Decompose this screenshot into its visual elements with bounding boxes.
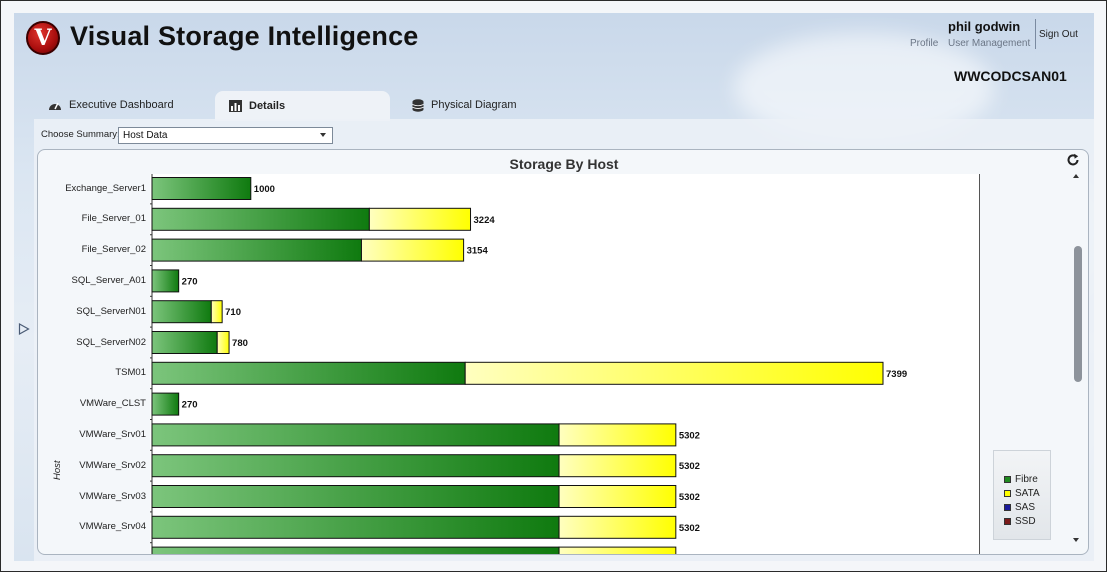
logo-letter: V [34, 25, 52, 51]
y-axis-tick-label: File_Server_01 [81, 213, 146, 225]
y-axis-tick-label: SQL_ServerN02 [76, 336, 146, 348]
bar-fibre [151, 423, 560, 447]
bar-fibre [151, 361, 466, 385]
legend-item-ssd: SSD [1004, 514, 1050, 528]
data-label: 7399 [886, 369, 907, 380]
data-label: 780 [232, 338, 248, 349]
bar-sata [464, 361, 884, 385]
bar-sata [360, 238, 465, 262]
user-management-link[interactable]: User Management [948, 38, 1030, 49]
bar-fibre [151, 238, 362, 262]
expand-panel-arrow-icon[interactable] [18, 323, 30, 335]
bar-sata [558, 454, 677, 478]
legend-label: SAS [1015, 501, 1036, 513]
refresh-icon[interactable] [1066, 153, 1080, 167]
y-axis-label: Host [52, 460, 63, 480]
data-label: 270 [182, 276, 198, 287]
legend-item-sata: SATA [1004, 486, 1050, 500]
data-label: 5302 [679, 430, 700, 441]
app-container: V Visual Storage Intelligence phil godwi… [14, 13, 1094, 561]
sign-out-link[interactable]: Sign Out [1039, 29, 1078, 40]
bar-fibre [151, 207, 370, 231]
bar-chart-icon [229, 100, 242, 112]
data-label: 270 [182, 400, 198, 411]
chart-title: Storage By Host [509, 156, 619, 172]
summary-select[interactable]: Host Data [118, 127, 333, 144]
legend-swatch [1004, 475, 1011, 483]
data-label: 3154 [467, 246, 489, 257]
legend-item-sas: SAS [1004, 500, 1050, 514]
window-frame: V Visual Storage Intelligence phil godwi… [0, 0, 1107, 572]
y-axis-tick-label: VMWare_Srv01 [79, 428, 146, 440]
bar-fibre [151, 485, 560, 508]
user-divider [1035, 19, 1036, 49]
data-label: 710 [225, 307, 241, 318]
bar-sata [210, 300, 223, 324]
choose-summary-label: Choose Summary: [41, 129, 120, 140]
bar-fibre [151, 177, 252, 200]
chart-legend: Fibre SATA SAS SSD [993, 450, 1051, 540]
legend-swatch [1004, 503, 1011, 511]
bar-fibre [151, 300, 212, 324]
bar-fibre [151, 331, 218, 354]
y-axis-tick-label: SQL_Server_A01 [71, 274, 146, 286]
legend-label: SSD [1015, 515, 1036, 527]
y-axis-tick-label: SQL_ServerN01 [76, 305, 146, 317]
summary-selected-value: Host Data [123, 130, 168, 141]
app-logo: V [26, 21, 60, 55]
bar-sata [558, 515, 677, 539]
y-axis-tick-label: Exchange_Server1 [65, 182, 146, 194]
database-icon [412, 98, 424, 112]
legend-label: Fibre [1015, 473, 1038, 485]
bar-sata-partial [558, 546, 677, 554]
legend-swatch [1004, 517, 1011, 525]
system-name: WWCODCSAN01 [954, 68, 1067, 84]
app-title: Visual Storage Intelligence [70, 21, 419, 51]
tab-label: Executive Dashboard [69, 99, 174, 111]
bar-fibre-partial [151, 546, 560, 554]
y-axis-tick-label: VMWare_CLST [79, 398, 146, 410]
data-label: 3224 [474, 215, 496, 226]
tab-label: Details [249, 100, 286, 112]
legend-swatch [1004, 489, 1011, 497]
speedometer-icon [49, 102, 61, 110]
bar-sata [558, 485, 677, 508]
tab-label: Physical Diagram [431, 99, 517, 111]
scrollbar-thumb[interactable] [1074, 246, 1082, 382]
bar-sata [368, 207, 472, 231]
y-axis-tick-label: TSM01 [115, 367, 146, 379]
y-axis-tick-label: VMWare_Srv04 [79, 521, 146, 533]
scroll-down-arrow[interactable] [1073, 538, 1079, 542]
y-axis-tick-label: File_Server_02 [81, 244, 146, 256]
bar-sata [216, 331, 230, 354]
user-name: phil godwin [948, 19, 1021, 34]
chart-panel: Storage By Host Host 1000 3224 3154 270 710 7… [37, 149, 1089, 555]
legend-item-fibre: Fibre [1004, 472, 1050, 486]
data-label: 5302 [679, 523, 700, 534]
tab-physical-diagram[interactable]: Physical Diagram [404, 91, 544, 119]
scroll-up-arrow[interactable] [1073, 174, 1079, 178]
bar-fibre [151, 515, 560, 539]
profile-link[interactable]: Profile [910, 38, 938, 49]
storage-by-host-chart: 1000 3224 3154 270 710 780 7399 270 5302 5302 5302… [150, 174, 980, 554]
bar-fibre [151, 454, 560, 478]
data-label: 1000 [254, 184, 275, 195]
y-axis-tick-label: VMWare_Srv02 [79, 459, 146, 471]
bar-fibre [151, 392, 180, 416]
bar-fibre [151, 269, 180, 293]
data-label: 5302 [679, 461, 700, 472]
data-label: 5302 [679, 492, 700, 503]
bar-sata [558, 423, 677, 447]
chevron-down-icon [320, 133, 326, 137]
y-axis-tick-label: VMWare_Srv03 [79, 490, 146, 502]
tab-executive-dashboard[interactable]: Executive Dashboard [40, 91, 190, 119]
legend-label: SATA [1015, 487, 1040, 499]
tab-details[interactable]: Details [215, 91, 390, 121]
